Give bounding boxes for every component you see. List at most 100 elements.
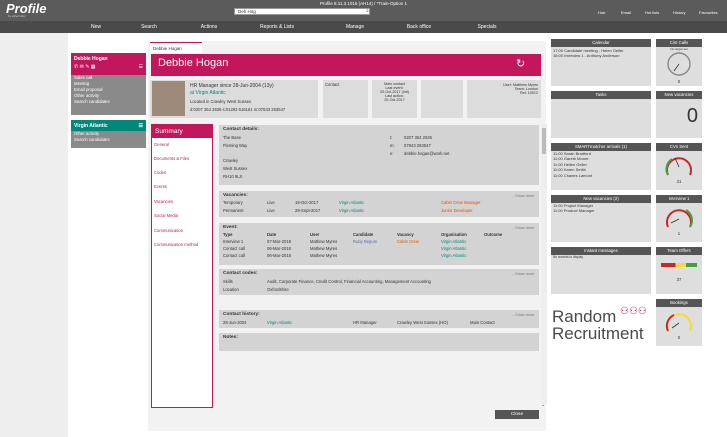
event-vacancy[interactable]: Cabin Crew [397, 239, 419, 244]
summary-nav-documents[interactable]: Documents & Files [154, 156, 189, 161]
list-item[interactable]: 11:00 Product Manager [551, 208, 651, 213]
address-line: RH10 9LX [223, 174, 243, 179]
summary-panel [151, 124, 213, 408]
nav-manage[interactable]: Manage [342, 24, 368, 30]
app-window: Profile by eRecruiter Profile 8.11.3.101… [0, 0, 727, 437]
global-search-input[interactable]: Deb Hog [234, 8, 370, 15]
interview1-widget: Interview 1 1 [656, 195, 702, 242]
calendar-icon[interactable]: ▦ [91, 64, 96, 70]
bookings-widget: Bookings 0 [656, 299, 702, 346]
cint-calls-gauge [667, 52, 691, 76]
quick-link-hot-lists[interactable]: Hot lists [645, 10, 659, 15]
phone-key: t: [390, 135, 393, 140]
table-row[interactable]: Contact call 06-Mar-2018 Mathew Myres Vi… [223, 246, 533, 253]
ref-number: Ref: 10012 [519, 91, 538, 95]
nav-reports-lists[interactable]: Reports & Lists [254, 24, 300, 30]
address-line: West Sussex [223, 166, 248, 171]
card-link-search-candidates[interactable]: Search candidates [71, 137, 146, 143]
summary-nav-communication[interactable]: Communication [154, 228, 183, 233]
table-row[interactable]: Temporary Live 19-Oct-2017 Virgin Atlant… [223, 200, 533, 208]
quick-link-email[interactable]: Email [621, 10, 631, 15]
vacancy-company[interactable]: Virgin Atlantic [339, 200, 364, 205]
nav-specials[interactable]: Specials [474, 24, 500, 30]
event-date: 06-Mar-2018 [267, 246, 291, 251]
code-category: Skills [223, 279, 233, 284]
close-button[interactable]: Close [495, 410, 539, 419]
chevron-down-icon[interactable]: ⌄ [541, 402, 545, 408]
contact-codes-title: Contact codes: [223, 271, 258, 276]
vacancies-show-more[interactable]: ...Show more [512, 194, 534, 198]
event-user: Mathew Myres [310, 246, 338, 251]
history-role: HR Manager [353, 320, 377, 325]
list-item[interactable]: 11:00 Charles Lamont [551, 173, 651, 178]
event-organisation[interactable]: Virgin Atlantic [441, 239, 466, 244]
search-icon[interactable]: ⌕ [366, 8, 369, 14]
quick-link-history[interactable]: History [673, 10, 685, 15]
calendar-widget: Calendar 17:00 Candidate meeting - Helen… [551, 39, 651, 86]
vacancy-status: Live [267, 200, 275, 205]
contact-label: Contact [325, 82, 340, 87]
cint-calls-widget: Cint Calls No target set 0 [656, 39, 702, 86]
summary-nav-social-media[interactable]: Social Media [154, 213, 178, 218]
vacancy-type: Permanent [223, 208, 244, 213]
interview1-gauge [666, 209, 693, 228]
history-company[interactable]: Virgin Atlantic [267, 320, 292, 325]
col-date: Date [267, 232, 277, 237]
event-candidate[interactable]: Ruby Begum [353, 239, 377, 244]
summary-nav-vacancies[interactable]: Vacancies [154, 199, 173, 204]
cint-calls-title: Cint Calls [656, 39, 702, 47]
avatar[interactable] [152, 81, 185, 116]
quick-link-favourites[interactable]: Favourites [699, 10, 718, 15]
brand-logo: Random Recruitment ⚇⚇⚇ [552, 306, 647, 342]
vacancy-title[interactable]: Cabin Crew Manager [441, 200, 481, 205]
address-line: The Base [223, 135, 241, 140]
refresh-icon[interactable]: ↻ [516, 57, 525, 70]
scroll-thumb[interactable] [542, 128, 546, 154]
vacancy-type: Temporary [223, 200, 243, 205]
email-icon[interactable]: ✉ [80, 64, 84, 70]
card-link-search-candidates[interactable]: Search candidates [71, 99, 146, 105]
calendar-entry[interactable]: 16:00 Interview 1 - Anthony Anderson [551, 53, 651, 58]
summary-nav-codes[interactable]: Codes [154, 170, 166, 175]
codes-show-more[interactable]: ...Show more [512, 272, 534, 276]
nav-actions[interactable]: Actions [196, 24, 222, 30]
table-row[interactable]: Contact call 06-Mar-2018 Mathew Myres Vi… [223, 253, 533, 260]
code-values: Audit, Corporate Finance, Credit Control… [267, 279, 431, 284]
vacancies-table: Temporary Live 19-Oct-2017 Virgin Atlant… [223, 200, 533, 216]
summary-nav-general[interactable]: General [154, 142, 169, 147]
location: Located in Crawley West Sussex [190, 99, 252, 104]
nav-new[interactable]: New [86, 24, 106, 30]
left-gutter [0, 33, 68, 437]
chat-icon[interactable]: ✎ [85, 64, 89, 70]
summary-nav-events[interactable]: Events [154, 184, 167, 189]
table-row[interactable]: 28-Jun-2004 Virgin Atlantic HR Manager C… [223, 320, 533, 327]
menu-icon[interactable]: ☰ [139, 123, 143, 129]
scrollbar[interactable] [541, 124, 547, 404]
vacancy-title[interactable]: Junior Developer [441, 208, 473, 213]
info-box-blank [421, 80, 463, 118]
col-user: User [310, 232, 320, 237]
table-row[interactable]: Interview 1 07-Mar-2018 Mathew Myres Rub… [223, 239, 533, 246]
cvs-sent-gauge [665, 157, 692, 176]
cvs-sent-widget: CVs Sent 21 [656, 143, 702, 190]
quick-link-hub[interactable]: Hub [598, 10, 605, 15]
menu-icon[interactable]: ☰ [139, 64, 143, 70]
event-organisation[interactable]: Virgin Atlantic [441, 253, 466, 258]
summary-nav-communication-method[interactable]: Communication method [154, 242, 198, 247]
contact-card-title: Debbie Hogan [71, 53, 146, 64]
email-value[interactable]: debbie.hogan@work.net [404, 151, 449, 156]
table-row[interactable]: Permanent Live 29-Sept-2017 Virgin Atlan… [223, 208, 533, 216]
team-offers-bar [661, 263, 697, 267]
phone-line: d:0207 354 2636 s:01293 616161 m:07843 2… [190, 107, 286, 112]
nav-back-office[interactable]: Back office [402, 24, 436, 30]
company-link[interactable]: at Virgin Atlantic [190, 90, 226, 96]
record-tab[interactable]: Debbie Hogan [150, 42, 202, 53]
event-organisation[interactable]: Virgin Atlantic [441, 246, 466, 251]
phone-icon[interactable]: ✆ [74, 64, 78, 70]
events-show-more[interactable]: ...Show more [512, 226, 534, 230]
vacancy-company[interactable]: Virgin Atlantic [339, 208, 364, 213]
nav-search[interactable]: Search [136, 24, 162, 30]
history-show-more[interactable]: ...Show more [512, 313, 534, 317]
email-key: e: [390, 151, 394, 156]
col-outcome: Outcome [484, 232, 503, 237]
